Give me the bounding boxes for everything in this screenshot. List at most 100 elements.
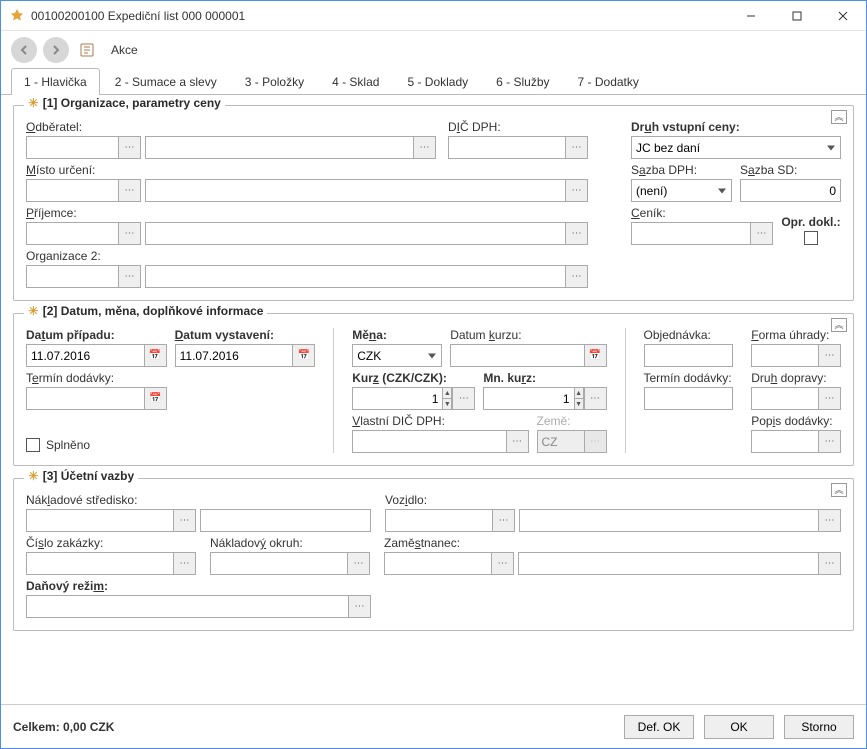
prijemce-code-input[interactable] [26, 222, 118, 245]
org2-name-input[interactable] [145, 265, 565, 288]
calendar-button[interactable]: 📅 [292, 344, 315, 367]
kurz-spinner[interactable]: ▲▼ [442, 387, 452, 410]
def-ok-button[interactable]: Def. OK [624, 715, 694, 739]
cenik-input[interactable] [631, 222, 750, 245]
label-opr-dokl: Opr. dokl.: [781, 215, 840, 229]
zamestnanec-input[interactable] [384, 552, 491, 575]
sazba-sd-input[interactable] [740, 179, 841, 202]
lookup-button[interactable]: ⋯ [818, 430, 841, 453]
cislo-zakazky-input[interactable] [26, 552, 173, 575]
next-button[interactable] [43, 37, 69, 63]
label-vozidlo: Vozidlo: [385, 493, 841, 507]
mena-select[interactable]: CZK [352, 344, 442, 367]
lookup-button[interactable]: ⋯ [750, 222, 773, 245]
window-root: 00100200100 Expediční list 000 000001 Ak… [0, 0, 867, 749]
lookup-button[interactable]: ⋯ [818, 552, 841, 575]
label-nakl-stredisko: Nákladové středisko: [26, 493, 371, 507]
mn-kurz-spinner[interactable]: ▲▼ [574, 387, 584, 410]
tab-sklad[interactable]: 4 - Sklad [319, 68, 392, 94]
lookup-button[interactable]: ⋯ [818, 344, 841, 367]
nakl-stredisko-input[interactable] [26, 509, 173, 532]
tab-sluzby[interactable]: 6 - Služby [483, 68, 562, 94]
lookup-button[interactable]: ⋯ [492, 509, 515, 532]
datum-vystaveni-input[interactable] [175, 344, 293, 367]
lookup-button[interactable]: ⋯ [491, 552, 514, 575]
splneno-checkbox[interactable] [26, 438, 40, 452]
popis-dodavky-input[interactable] [751, 430, 818, 453]
vlastni-dic-input[interactable] [352, 430, 505, 453]
lookup-button[interactable]: ⋯ [565, 222, 588, 245]
lookup-button[interactable]: ⋯ [413, 136, 436, 159]
storno-button[interactable]: Storno [784, 715, 854, 739]
calendar-button[interactable]: 📅 [144, 344, 167, 367]
actions-icon[interactable] [75, 37, 101, 63]
tab-hlavicka[interactable]: 1 - Hlavička [11, 68, 100, 94]
nakl-stredisko-name-input[interactable] [200, 509, 371, 532]
label-splneno: Splněno [46, 438, 90, 452]
lookup-button[interactable]: ⋯ [118, 222, 141, 245]
objednavka-input[interactable] [644, 344, 734, 367]
tab-doklady[interactable]: 5 - Doklady [394, 68, 481, 94]
lookup-button[interactable]: ⋯ [118, 265, 141, 288]
termin-dodavky-input[interactable] [26, 387, 144, 410]
datum-pripadu-input[interactable] [26, 344, 144, 367]
lookup-button[interactable]: ⋯ [173, 509, 196, 532]
mn-kurz-input[interactable] [483, 387, 573, 410]
calendar-button[interactable]: 📅 [144, 387, 167, 410]
lookup-button[interactable]: ⋯ [118, 136, 141, 159]
lookup-button[interactable]: ⋯ [348, 595, 371, 618]
datum-kurzu-input[interactable] [450, 344, 583, 367]
nakl-okruh-input[interactable] [210, 552, 347, 575]
lookup-button[interactable]: ⋯ [452, 387, 475, 410]
org2-code-input[interactable] [26, 265, 118, 288]
zamestnanec-name-input[interactable] [518, 552, 818, 575]
calendar-button[interactable]: 📅 [584, 344, 607, 367]
druh-dopravy-input[interactable] [751, 387, 818, 410]
tabstrip: 1 - Hlavička 2 - Sumace a slevy 3 - Polo… [1, 69, 866, 95]
maximize-button[interactable] [774, 1, 820, 31]
forma-uhrady-input[interactable] [751, 344, 818, 367]
lookup-button[interactable]: ⋯ [347, 552, 370, 575]
druh-ceny-select[interactable]: JC bez daní [631, 136, 841, 159]
prev-button[interactable] [11, 37, 37, 63]
minimize-button[interactable] [728, 1, 774, 31]
lookup-button[interactable]: ⋯ [565, 136, 588, 159]
label-cislo-zakazky: Číslo zakázky: [26, 536, 196, 550]
vozidlo-name-input[interactable] [519, 509, 818, 532]
label-vlastni-dic: Vlastní DIČ DPH: [352, 414, 528, 428]
close-button[interactable] [820, 1, 866, 31]
tab-dodatky[interactable]: 7 - Dodatky [565, 68, 652, 94]
lookup-button[interactable]: ⋯ [584, 387, 607, 410]
tab-sumace[interactable]: 2 - Sumace a slevy [102, 68, 230, 94]
lookup-button[interactable]: ⋯ [118, 179, 141, 202]
lookup-button[interactable]: ⋯ [565, 265, 588, 288]
termin-dodavky2-input[interactable] [644, 387, 734, 410]
odberatel-name-input[interactable] [145, 136, 413, 159]
lookup-button[interactable]: ⋯ [565, 179, 588, 202]
tab-label: 5 - Doklady [407, 75, 468, 89]
lookup-button[interactable]: ⋯ [818, 387, 841, 410]
tab-label: 4 - Sklad [332, 75, 379, 89]
danovy-rezim-input[interactable] [26, 595, 348, 618]
opr-dokl-checkbox[interactable] [804, 231, 818, 245]
collapse-button[interactable]: ︽ [831, 318, 847, 332]
lookup-button[interactable]: ⋯ [506, 430, 529, 453]
dic-input[interactable] [448, 136, 565, 159]
ok-button[interactable]: OK [704, 715, 774, 739]
kurz-input[interactable] [352, 387, 442, 410]
actions-label[interactable]: Akce [111, 43, 138, 57]
vozidlo-input[interactable] [385, 509, 492, 532]
lookup-button[interactable]: ⋯ [173, 552, 196, 575]
prijemce-name-input[interactable] [145, 222, 565, 245]
label-nakl-okruh: Nákladový okruh: [210, 536, 370, 550]
sazba-dph-select[interactable]: (není) [631, 179, 732, 202]
misto-name-input[interactable] [145, 179, 565, 202]
tab-polozky[interactable]: 3 - Položky [232, 68, 317, 94]
collapse-button[interactable]: ︽ [831, 110, 847, 124]
odberatel-code-input[interactable] [26, 136, 118, 159]
label-prijemce: Příjemce: [26, 206, 588, 220]
lookup-button[interactable]: ⋯ [818, 509, 841, 532]
misto-code-input[interactable] [26, 179, 118, 202]
tab-label: 3 - Položky [245, 75, 304, 89]
collapse-button[interactable]: ︽ [831, 483, 847, 497]
